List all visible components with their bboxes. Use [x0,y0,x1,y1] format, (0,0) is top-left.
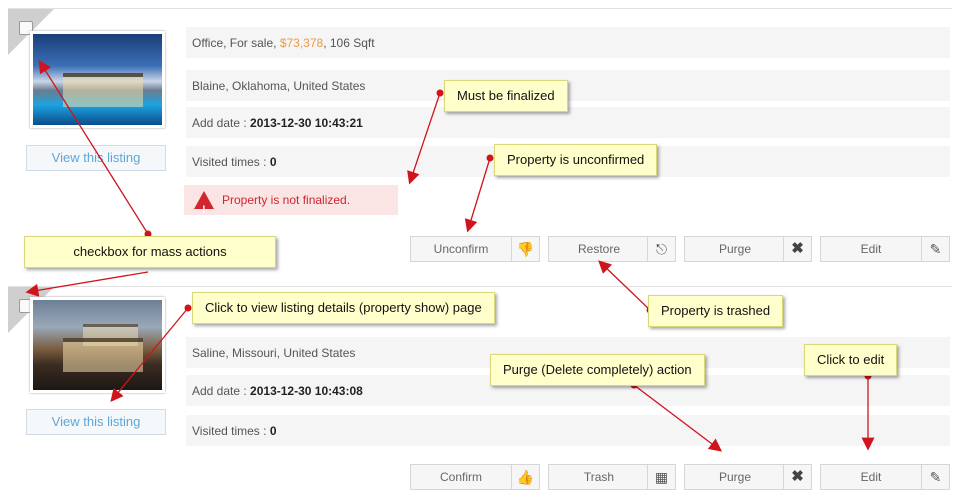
trash-button[interactable]: Trash ▦ [548,464,676,490]
view-listing-link[interactable]: View this listing [26,409,166,435]
trash-icon: ▦ [647,465,675,489]
unconfirm-button[interactable]: Unconfirm 👎 [410,236,540,262]
not-finalized-alert: ! Property is not finalized. [184,185,398,216]
thumbs-down-icon: 👎 [511,237,539,261]
purge-button[interactable]: Purge ✖ [684,236,812,262]
edit-icon: ✎ [921,465,949,489]
listing-visited: Visited times : 0 [186,415,950,447]
warning-icon: ! [194,191,214,216]
listing-card: View this listing Office, For sale, $73,… [8,8,952,236]
restore-icon: ⎋ [647,237,675,261]
confirm-button[interactable]: Confirm 👍 [410,464,540,490]
close-icon: ✖ [783,237,811,261]
listing-price: $73,378 [279,36,324,50]
callout-view-details: Click to view listing details (property … [192,292,495,324]
house-graphic [63,338,143,372]
callout-trashed: Property is trashed [648,295,784,327]
listing-thumbnail[interactable] [30,31,165,128]
purge-button[interactable]: Purge ✖ [684,464,812,490]
callout-unconfirmed: Property is unconfirmed [494,144,658,176]
edit-button[interactable]: Edit ✎ [820,236,950,262]
callout-must-finalize: Must be finalized [444,80,568,112]
house-graphic [63,73,143,107]
listing-summary: Office, For sale, $73,378, 106 Sqft [186,27,950,59]
restore-button[interactable]: Restore ⎋ [548,236,676,262]
callout-purge: Purge (Delete completely) action [490,354,705,386]
listing-add-date: Add date : 2013-12-30 10:43:21 [186,107,950,139]
close-icon: ✖ [783,465,811,489]
callout-mass-actions: checkbox for mass actions [24,236,276,268]
view-listing-link[interactable]: View this listing [26,145,166,171]
listing-thumbnail[interactable] [30,297,165,393]
listing-location: Blaine, Oklahoma, United States [186,70,950,102]
thumbs-up-icon: 👍 [511,465,539,489]
callout-edit: Click to edit [804,344,898,376]
edit-button[interactable]: Edit ✎ [820,464,950,490]
edit-icon: ✎ [921,237,949,261]
